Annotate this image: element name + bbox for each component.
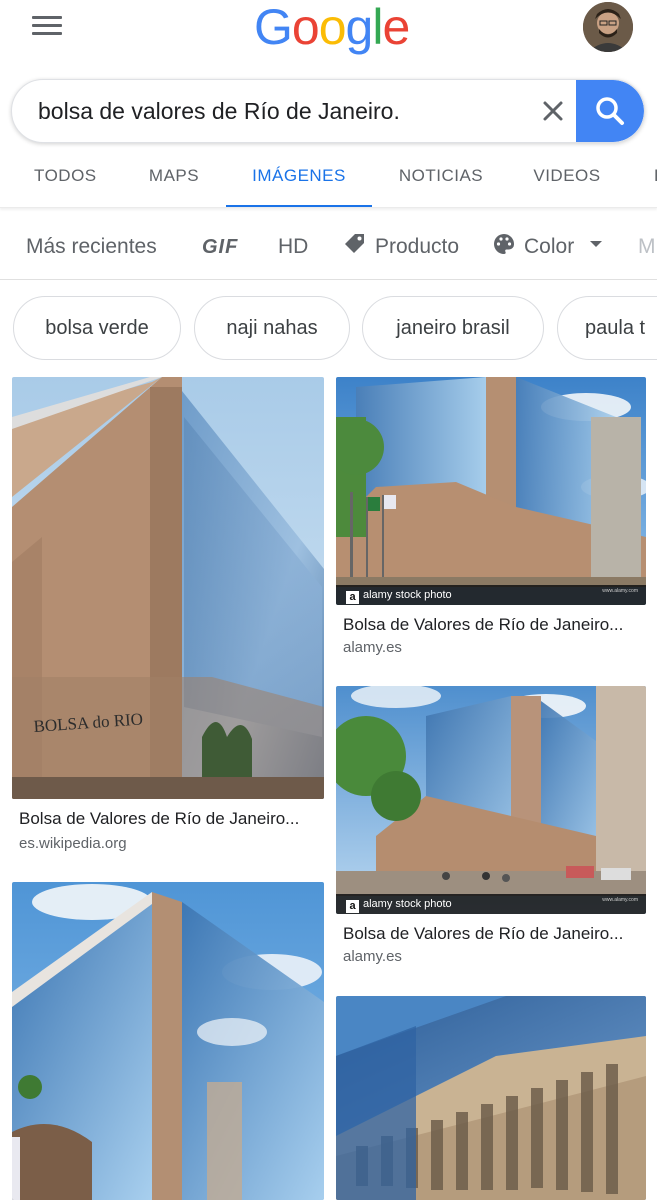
- chip-related-search[interactable]: janeiro brasil: [362, 296, 544, 360]
- tab-todos[interactable]: TODOS: [34, 150, 96, 207]
- image-result[interactable]: a alamy stock photo www.alamy.com Bolsa de…: [336, 377, 646, 662]
- result-source: alamy.es: [343, 948, 402, 965]
- image-result[interactable]: [336, 996, 646, 1200]
- watermark-bar: a alamy stock photo www.alamy.com: [336, 894, 646, 914]
- filter-hd[interactable]: HD: [278, 216, 308, 278]
- image-result[interactable]: a alamy stock photo www.alamy.com Bolsa de…: [336, 686, 646, 971]
- chip-related-search[interactable]: naji nahas: [194, 296, 350, 360]
- tab-more[interactable]: L: [649, 150, 657, 207]
- watermark-text: alamy stock photo: [363, 898, 452, 910]
- result-title[interactable]: Bolsa de Valores de Río de Janeiro...: [343, 924, 643, 944]
- search-input[interactable]: [38, 80, 528, 142]
- result-title[interactable]: Bolsa de Valores de Río de Janeiro...: [343, 615, 643, 635]
- filter-recent[interactable]: Más recientes: [26, 216, 157, 278]
- result-thumbnail: BOLSA do RIO: [12, 377, 324, 799]
- image-result[interactable]: BOLSA do RIO Bolsa de Valores de Río de …: [12, 377, 324, 857]
- tag-icon: [345, 234, 364, 253]
- result-thumbnail: a alamy stock photo www.alamy.com: [336, 686, 646, 914]
- result-title[interactable]: Bolsa de Valores de Río de Janeiro...: [19, 809, 317, 829]
- search-tabs: TODOS MAPS IMÁGENES NOTICIAS VIDEOS L: [0, 150, 657, 208]
- result-source: alamy.es: [343, 639, 402, 656]
- hamburger-menu-icon[interactable]: [32, 14, 64, 38]
- chip-related-search[interactable]: paula t: [557, 296, 657, 360]
- tab-maps[interactable]: MAPS: [146, 150, 202, 207]
- close-icon[interactable]: [538, 96, 568, 126]
- search-button[interactable]: [576, 80, 644, 142]
- tab-videos[interactable]: VIDEOS: [533, 150, 601, 207]
- filter-product[interactable]: Producto: [343, 216, 459, 278]
- result-thumbnail: a alamy stock photo www.alamy.com: [336, 377, 646, 605]
- related-searches: bolsa verde naji nahas janeiro brasil pa…: [0, 296, 657, 362]
- tab-imagenes[interactable]: IMÁGENES: [226, 150, 372, 207]
- image-result[interactable]: [12, 882, 324, 1200]
- filter-product-label: Producto: [375, 235, 460, 258]
- search-bar: [11, 79, 645, 143]
- filter-more[interactable]: M: [638, 216, 656, 278]
- tab-noticias[interactable]: NOTICIAS: [397, 150, 485, 207]
- filter-color-label: Color: [524, 235, 575, 258]
- watermark-bar: a alamy stock photo www.alamy.com: [336, 585, 646, 605]
- result-source: es.wikipedia.org: [19, 835, 127, 852]
- result-thumbnail: [12, 882, 324, 1200]
- header: Google: [0, 0, 657, 60]
- chip-related-search[interactable]: bolsa verde: [13, 296, 181, 360]
- filter-color[interactable]: Color: [492, 216, 604, 278]
- result-thumbnail: [336, 996, 646, 1200]
- search-icon: [596, 97, 624, 125]
- watermark-text: alamy stock photo: [363, 589, 452, 601]
- filter-gif[interactable]: GIF: [202, 216, 238, 278]
- profile-avatar[interactable]: [583, 2, 633, 52]
- dropdown-arrow-icon: [590, 241, 603, 247]
- filter-bar: Más recientes GIF HD Producto Color M: [0, 216, 657, 280]
- google-logo[interactable]: Google: [254, 0, 410, 54]
- palette-icon: [494, 233, 515, 254]
